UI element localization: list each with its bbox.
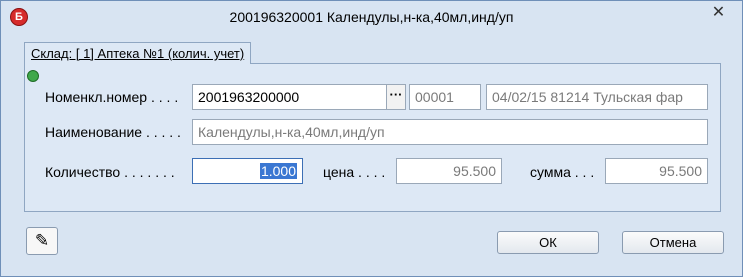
quantity-input[interactable]: 1.000 [192, 158, 303, 184]
quantity-label: Количество . . . . . . . [45, 164, 175, 180]
status-dot-icon [27, 70, 39, 82]
window-title: 200196320001 Календулы,н-ка,40мл,инд/уп [229, 9, 514, 25]
tab-warehouse[interactable]: Склад: [ 1] Аптека №1 (колич. учет) [24, 42, 252, 64]
quantity-value: 1.000 [259, 163, 297, 179]
nomenclature-info-field: 04/02/15 81214 Тульская фар [486, 84, 708, 110]
nomenclature-label: Номенкл.номер . . . . [45, 89, 179, 105]
price-field: 95.500 [396, 158, 502, 184]
close-button[interactable]: ✕ [703, 2, 734, 24]
name-label: Наименование . . . . . [45, 124, 181, 140]
nomenclature-number-input[interactable]: 2001963200000 [192, 84, 387, 110]
help-button[interactable]: ✎ [26, 227, 58, 255]
ok-button[interactable]: ОК [497, 231, 599, 254]
sum-label: сумма . . . [530, 164, 595, 180]
price-label: цена . . . . [323, 164, 386, 180]
nomenclature-code-field: 00001 [409, 84, 481, 110]
name-field: Календулы,н-ка,40мл,инд/уп [192, 119, 708, 145]
close-icon: ✕ [711, 4, 726, 21]
titlebar: Б 200196320001 Календулы,н-ка,40мл,инд/у… [1, 1, 742, 34]
sum-field: 95.500 [605, 158, 708, 184]
cancel-button[interactable]: Отмена [622, 231, 724, 254]
nomenclature-lookup-button[interactable]: ··· [386, 84, 406, 110]
help-icon: ✎ [34, 231, 50, 250]
